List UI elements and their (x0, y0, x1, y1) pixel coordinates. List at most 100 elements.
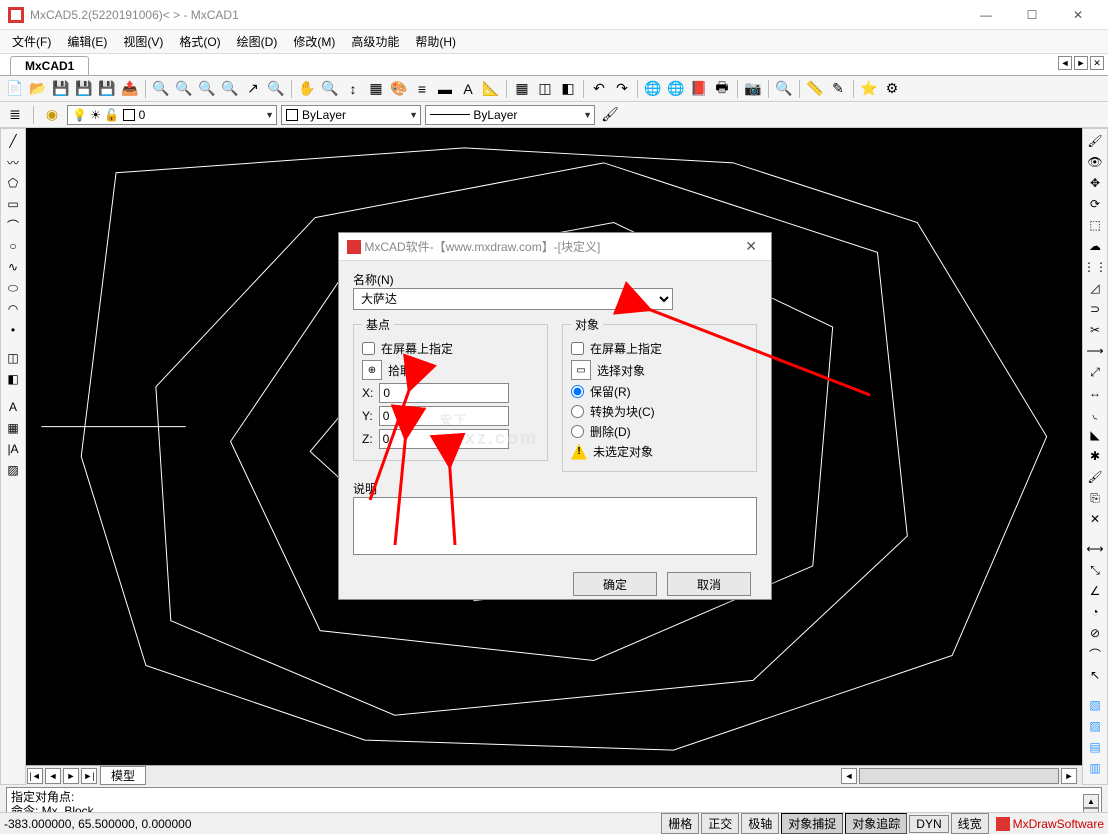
trim-icon[interactable]: ✂ (1084, 320, 1106, 340)
mirror-icon[interactable]: ◿ (1084, 278, 1106, 298)
close-button[interactable]: ✕ (1056, 1, 1100, 29)
offset-icon[interactable]: ⊃ (1084, 299, 1106, 319)
linetype-combo[interactable]: ByLayer ▼ (425, 105, 595, 125)
dimstyle-icon[interactable]: 📐 (480, 78, 502, 100)
maximize-button[interactable]: ☐ (1010, 1, 1054, 29)
stretch-icon[interactable]: ↔ (1084, 383, 1106, 403)
toggle-lw[interactable]: 线宽 (951, 813, 989, 834)
text-icon[interactable]: A (2, 397, 24, 417)
hscroll-right-icon[interactable]: ► (1061, 768, 1077, 784)
menu-draw[interactable]: 绘图(D) (231, 31, 284, 52)
cancel-button[interactable]: 取消 (667, 572, 751, 596)
color-combo[interactable]: ByLayer ▼ (281, 105, 421, 125)
hscroll-left-icon[interactable]: ◄ (841, 768, 857, 784)
open-icon[interactable]: 📂 (27, 78, 49, 100)
mtext-icon[interactable]: |A (2, 439, 24, 459)
fillet-icon[interactable]: ◟ (1084, 404, 1106, 424)
saveas-icon[interactable]: 💾 (73, 78, 95, 100)
tab-last-icon[interactable]: ►| (81, 768, 97, 784)
block-name-select[interactable]: 大萨达 (353, 288, 673, 310)
tab-close-icon[interactable]: ✕ (1090, 56, 1104, 70)
zoom-extents-icon[interactable]: ↗ (242, 78, 264, 100)
explode-icon[interactable]: ✱ (1084, 446, 1106, 466)
toggle-ortho[interactable]: 正交 (701, 813, 739, 834)
dim-linear-icon[interactable]: ⟷ (1084, 539, 1106, 559)
zoomin-icon[interactable]: 🔍 (173, 78, 195, 100)
ok-button[interactable]: 确定 (573, 572, 657, 596)
convert-radio[interactable] (571, 405, 584, 418)
layer1-icon[interactable]: ▧ (1084, 695, 1106, 715)
brush-icon[interactable]: 🖌 (599, 104, 621, 126)
hatch2-icon[interactable]: ▨ (2, 460, 24, 480)
print-icon[interactable]: 🖶 (711, 78, 733, 100)
spline-icon[interactable]: ∿ (2, 257, 24, 277)
regen-icon[interactable]: ↕ (342, 78, 364, 100)
make-block-icon[interactable]: ◧ (2, 369, 24, 389)
redo-icon[interactable]: ↷ (611, 78, 633, 100)
block-icon[interactable]: ◫ (534, 78, 556, 100)
toggle-dyn[interactable]: DYN (909, 815, 948, 833)
menu-advanced[interactable]: 高级功能 (345, 31, 405, 52)
find-icon[interactable]: 🔍 (773, 78, 795, 100)
pdf-icon[interactable]: 📕 (688, 78, 710, 100)
zoom-window-icon[interactable]: 🔍 (219, 78, 241, 100)
dialog-titlebar[interactable]: MxCAD软件-【www.mxdraw.com】-[块定义] ✕ (339, 233, 771, 261)
saveall-icon[interactable]: 💾 (96, 78, 118, 100)
pick-point-icon[interactable]: ⊕ (362, 360, 382, 380)
cloud-icon[interactable]: ☁ (1084, 236, 1106, 256)
model-tab[interactable]: 模型 (100, 766, 146, 785)
layer2-icon[interactable]: ▨ (1084, 716, 1106, 736)
delete-radio[interactable] (571, 425, 584, 438)
camera-icon[interactable]: 📷 (742, 78, 764, 100)
edit-icon[interactable]: ✎ (827, 78, 849, 100)
arc-icon[interactable]: ⌒ (2, 215, 24, 235)
paint-icon[interactable]: 🖌 (1084, 131, 1106, 151)
toggle-grid[interactable]: 栅格 (661, 813, 699, 834)
insert-icon[interactable]: ◧ (557, 78, 579, 100)
tab-next-icon[interactable]: ► (63, 768, 79, 784)
layer-icon[interactable]: ▦ (365, 78, 387, 100)
doc-tab-active[interactable]: MxCAD1 (10, 56, 89, 75)
measure-icon[interactable]: 📏 (804, 78, 826, 100)
menu-file[interactable]: 文件(F) (6, 31, 57, 52)
eye-icon[interactable]: 👁 (1084, 152, 1106, 172)
web-icon[interactable]: 🌐 (642, 78, 664, 100)
textstyle-icon[interactable]: A (457, 78, 479, 100)
ellipsearc-icon[interactable]: ◠ (2, 299, 24, 319)
move-icon[interactable]: ✥ (1084, 173, 1106, 193)
new-icon[interactable]: 📄 (4, 78, 26, 100)
extend-icon[interactable]: ⟶ (1084, 341, 1106, 361)
paint2-icon[interactable]: 🖌 (1084, 467, 1106, 487)
insert-block-icon[interactable]: ◫ (2, 348, 24, 368)
settings-icon[interactable]: ⚙ (881, 78, 903, 100)
star-icon[interactable]: ⭐ (858, 78, 880, 100)
dim-angular-icon[interactable]: ∠ (1084, 581, 1106, 601)
y-input[interactable] (379, 406, 509, 426)
menu-modify[interactable]: 修改(M) (287, 31, 341, 52)
tab-scroll-left-icon[interactable]: ◄ (1058, 56, 1072, 70)
scale-icon[interactable]: ⤢ (1084, 362, 1106, 382)
rotate-icon[interactable]: ⟳ (1084, 194, 1106, 214)
layer4-icon[interactable]: ▥ (1084, 758, 1106, 778)
polygon-icon[interactable]: ⬠ (2, 173, 24, 193)
bp-onscreen-checkbox[interactable] (362, 342, 375, 355)
menu-view[interactable]: 视图(V) (117, 31, 169, 52)
help-icon[interactable]: 🌐 (665, 78, 687, 100)
zoom-prev-icon[interactable]: 🔍 (319, 78, 341, 100)
select-icon[interactable]: ⬚ (1084, 215, 1106, 235)
layer-combo[interactable]: 💡 ☀ 🔓 0 ▼ (67, 105, 277, 125)
z-input[interactable] (379, 429, 509, 449)
ellipse-icon[interactable]: ⬭ (2, 278, 24, 298)
pan-icon[interactable]: ✋ (296, 78, 318, 100)
undo-icon[interactable]: ↶ (588, 78, 610, 100)
linetype-icon[interactable]: ≡ (411, 78, 433, 100)
color-icon[interactable]: 🎨 (388, 78, 410, 100)
array-icon[interactable]: ⋮⋮ (1084, 257, 1106, 277)
rect-icon[interactable]: ▭ (2, 194, 24, 214)
leader-icon[interactable]: ↖ (1084, 665, 1106, 685)
dim-aligned-icon[interactable]: ⤡ (1084, 560, 1106, 580)
circle-icon[interactable]: ○ (2, 236, 24, 256)
tab-prev-icon[interactable]: ◄ (45, 768, 61, 784)
brand-link[interactable]: MxDrawSoftware (996, 817, 1104, 831)
layer-state-icon[interactable]: ◉ (41, 104, 63, 126)
